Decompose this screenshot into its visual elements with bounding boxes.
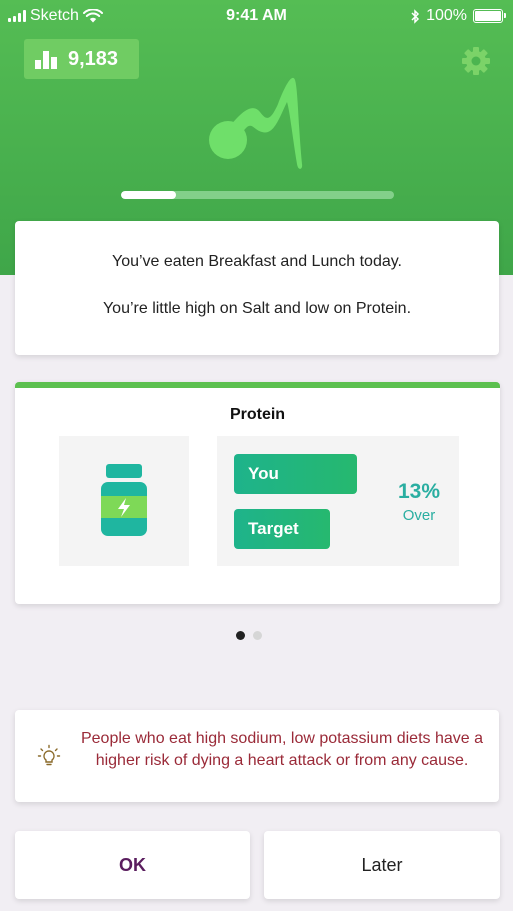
- ok-button[interactable]: OK: [15, 831, 250, 899]
- nutrient-card[interactable]: Protein You Target 13% Over: [15, 382, 500, 604]
- bluetooth-icon: [411, 8, 420, 24]
- target-bar: Target: [234, 509, 330, 549]
- percent-label: Over: [402, 507, 436, 524]
- page-dot-1[interactable]: [236, 631, 245, 640]
- status-bar: Sketch 9:41 AM 100%: [0, 0, 513, 32]
- daily-progress-bar: [121, 191, 394, 199]
- percent-value: 13%: [397, 480, 441, 503]
- app-logo-icon: [209, 77, 303, 169]
- battery-percent: 100%: [426, 7, 467, 24]
- battery-icon: [473, 9, 506, 23]
- page-dot-2[interactable]: [253, 631, 262, 640]
- nutrient-icon-panel: [59, 436, 189, 566]
- daily-progress-fill: [121, 191, 176, 199]
- nutrient-summary-text: You’re little high on Salt and low on Pr…: [102, 300, 412, 317]
- steps-count: 9,183: [68, 47, 119, 70]
- comparison-panel: You Target 13% Over: [217, 436, 459, 566]
- bar-chart-icon: [35, 51, 57, 69]
- meal-summary-text: You’ve eaten Breakfast and Lunch today.: [112, 253, 402, 270]
- supplement-jar-icon: [101, 464, 147, 536]
- lightbulb-icon: [37, 744, 61, 766]
- gear-icon[interactable]: [460, 45, 492, 77]
- meal-summary-card: You’ve eaten Breakfast and Lunch today. …: [15, 221, 499, 355]
- page-indicator[interactable]: [236, 631, 262, 640]
- status-right: 100%: [411, 7, 506, 25]
- later-button[interactable]: Later: [264, 831, 500, 899]
- nutrient-title: Protein: [229, 406, 286, 423]
- you-bar: You: [234, 454, 357, 494]
- health-tip-text: People who eat high sodium, low potassiu…: [80, 730, 483, 769]
- health-tip-card: People who eat high sodium, low potassiu…: [15, 710, 499, 802]
- steps-badge[interactable]: 9,183: [24, 39, 139, 79]
